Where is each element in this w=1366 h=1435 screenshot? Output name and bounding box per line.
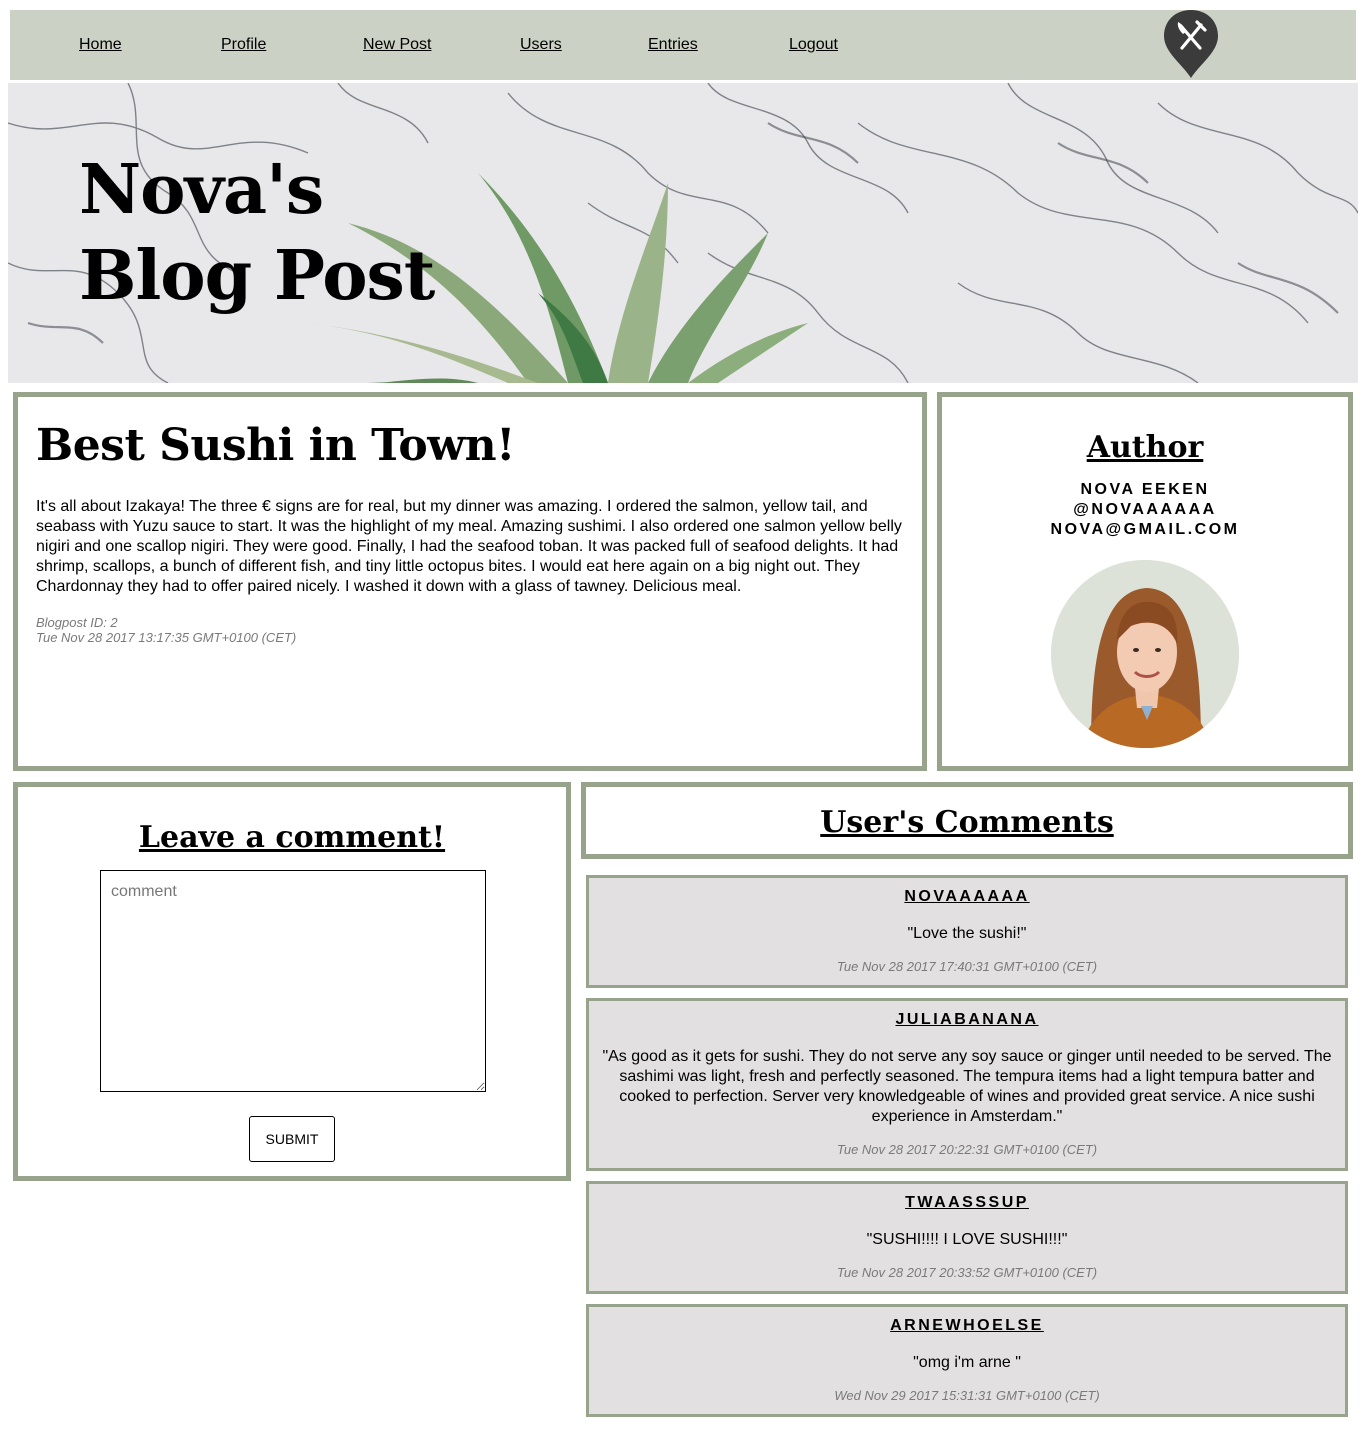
comment-text: "SUSHI!!!! I LOVE SUSHI!!!" — [866, 1231, 1068, 1248]
hero-banner: Nova's Blog Post — [8, 83, 1358, 383]
comment-username[interactable]: ARNEWHOELSE — [589, 1316, 1345, 1336]
comment-card: JULIABANANA "As good as it gets for sush… — [586, 998, 1348, 1171]
comment-form-heading: Leave a comment! — [138, 820, 446, 855]
comment-username[interactable]: NOVAAAAAA — [589, 887, 1345, 907]
comment-date: Tue Nov 28 2017 20:22:31 GMT+0100 (CET) — [836, 1142, 1098, 1157]
author-name: NOVA EEKEN — [1080, 481, 1210, 498]
author-handle: @NOVAAAAAA — [1073, 501, 1217, 518]
post-date: Tue Nov 28 2017 13:17:35 GMT+0100 (CET) — [36, 630, 297, 645]
comment-card: NOVAAAAAA "Love the sushi!" Tue Nov 28 2… — [586, 875, 1348, 988]
nav-link-logout[interactable]: Logout — [789, 36, 838, 54]
submit-button[interactable]: SUBMIT — [249, 1116, 335, 1162]
nav-link-entries[interactable]: Entries — [648, 36, 698, 54]
nav-link-profile[interactable]: Profile — [221, 36, 266, 54]
comment-form-panel: Leave a comment! SUBMIT — [13, 782, 571, 1181]
author-info: NOVA EEKEN @NOVAAAAAA NOVA@GMAIL.COM — [942, 480, 1348, 540]
comment-text: "As good as it gets for sushi. They do n… — [602, 1048, 1332, 1125]
comment-username[interactable]: TWAASSSUP — [589, 1193, 1345, 1213]
page-title: Nova's Blog Post — [79, 150, 435, 316]
author-heading: Author — [1086, 430, 1204, 465]
post-body: It's all about Izakaya! The three € sign… — [36, 498, 902, 595]
post-meta: Blogpost ID: 2 Tue Nov 28 2017 13:17:35 … — [36, 615, 904, 645]
nav-link-home[interactable]: Home — [79, 36, 122, 54]
blog-post-panel: Best Sushi in Town! It's all about Izaka… — [13, 392, 927, 771]
user-comments-header: User's Comments — [581, 782, 1353, 859]
comment-text: "omg i'm arne " — [913, 1354, 1021, 1371]
author-panel: Author NOVA EEKEN @NOVAAAAAA NOVA@GMAIL.… — [937, 392, 1353, 771]
comment-date: Wed Nov 29 2017 15:31:31 GMT+0100 (CET) — [834, 1388, 1100, 1403]
comment-text: "Love the sushi!" — [907, 925, 1027, 942]
comment-username[interactable]: JULIABANANA — [589, 1010, 1345, 1030]
post-id: Blogpost ID: 2 — [36, 615, 118, 630]
post-title: Best Sushi in Town! — [36, 420, 515, 471]
nav-link-new-post[interactable]: New Post — [363, 36, 431, 54]
comment-card: ARNEWHOELSE "omg i'm arne " Wed Nov 29 2… — [586, 1304, 1348, 1417]
comment-card: TWAASSSUP "SUSHI!!!! I LOVE SUSHI!!!" Tu… — [586, 1181, 1348, 1294]
avatar — [1051, 560, 1239, 748]
author-email: NOVA@GMAIL.COM — [1050, 521, 1240, 538]
comment-input[interactable] — [100, 870, 486, 1092]
nav-link-users[interactable]: Users — [520, 36, 562, 54]
comment-date: Tue Nov 28 2017 20:33:52 GMT+0100 (CET) — [836, 1265, 1098, 1280]
top-nav: Home Profile New Post Users Entries Logo… — [10, 10, 1356, 80]
user-comments-heading: User's Comments — [820, 805, 1114, 840]
comment-date: Tue Nov 28 2017 17:40:31 GMT+0100 (CET) — [836, 959, 1098, 974]
fork-knife-pin-icon[interactable] — [1162, 8, 1220, 80]
